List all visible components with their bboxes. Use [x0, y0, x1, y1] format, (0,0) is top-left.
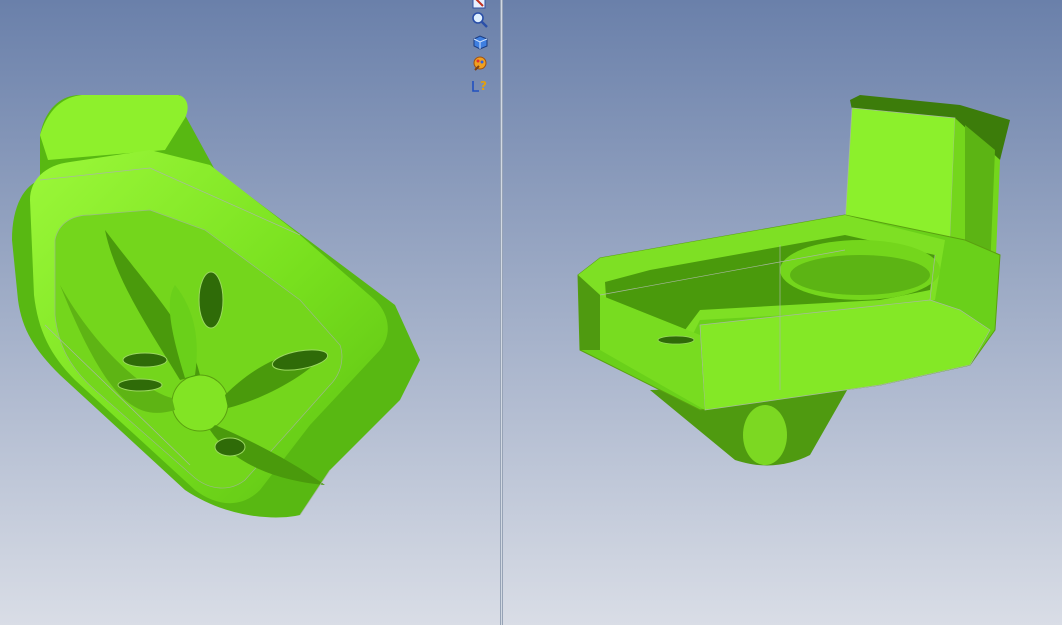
viewport-right-background [503, 0, 1062, 625]
viewport-left[interactable]: ? [0, 0, 500, 625]
appearance-paint-icon[interactable] [471, 55, 489, 73]
viewport-right[interactable] [503, 0, 1062, 625]
view-cube-icon[interactable] [471, 33, 489, 51]
zoom-magnifier-icon[interactable] [471, 11, 489, 29]
viewport-left-background [0, 0, 500, 625]
view-toolbar: ? [470, 0, 490, 98]
whats-this-help-icon[interactable]: ? [471, 77, 489, 95]
svg-text:?: ? [480, 79, 487, 93]
